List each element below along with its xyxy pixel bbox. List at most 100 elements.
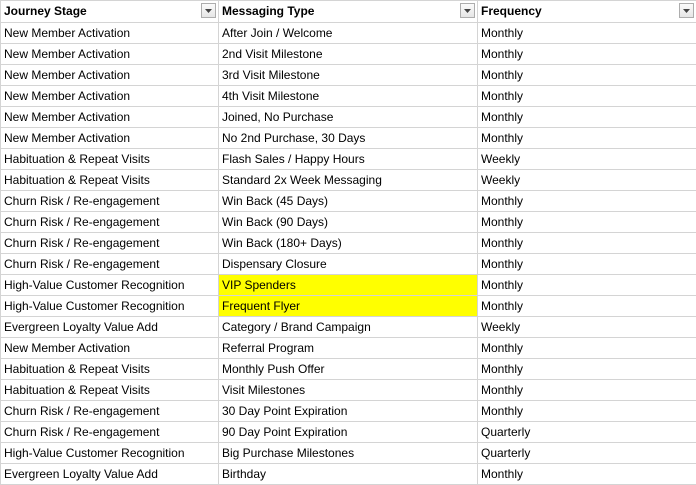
table-row: High-Value Customer RecognitionFrequent … [1, 296, 696, 317]
spreadsheet: Journey Stage Messaging Type Frequency [0, 0, 696, 484]
filter-dropdown-button[interactable] [679, 3, 694, 18]
cell-journey-stage[interactable]: Churn Risk / Re-engagement [1, 422, 219, 443]
cell-journey-stage[interactable]: Churn Risk / Re-engagement [1, 191, 219, 212]
table-row: Habituation & Repeat VisitsFlash Sales /… [1, 149, 696, 170]
cell-messaging-type[interactable]: 90 Day Point Expiration [219, 422, 478, 443]
cell-messaging-type[interactable]: After Join / Welcome [219, 23, 478, 44]
table-row: New Member ActivationNo 2nd Purchase, 30… [1, 128, 696, 149]
cell-messaging-type[interactable]: Big Purchase Milestones [219, 443, 478, 464]
cell-frequency[interactable]: Monthly [478, 380, 696, 401]
table-row: High-Value Customer RecognitionBig Purch… [1, 443, 696, 464]
cell-journey-stage[interactable]: New Member Activation [1, 65, 219, 86]
dropdown-arrow-icon [205, 9, 212, 13]
table-row: Churn Risk / Re-engagementWin Back (180+… [1, 233, 696, 254]
header-label: Frequency [481, 1, 542, 22]
cell-frequency[interactable]: Quarterly [478, 443, 696, 464]
table-row: High-Value Customer RecognitionVIP Spend… [1, 275, 696, 296]
cell-messaging-type[interactable]: Visit Milestones [219, 380, 478, 401]
cell-messaging-type[interactable]: 3rd Visit Milestone [219, 65, 478, 86]
table-row: New Member Activation4th Visit Milestone… [1, 86, 696, 107]
cell-messaging-type[interactable]: Flash Sales / Happy Hours [219, 149, 478, 170]
cell-journey-stage[interactable]: Habituation & Repeat Visits [1, 359, 219, 380]
cell-journey-stage[interactable]: High-Value Customer Recognition [1, 275, 219, 296]
cell-frequency[interactable]: Monthly [478, 44, 696, 65]
cell-journey-stage[interactable]: Churn Risk / Re-engagement [1, 233, 219, 254]
table-row: Evergreen Loyalty Value AddCategory / Br… [1, 317, 696, 338]
cell-frequency[interactable]: Monthly [478, 107, 696, 128]
table-row: New Member Activation2nd Visit Milestone… [1, 44, 696, 65]
cell-messaging-type[interactable]: Win Back (90 Days) [219, 212, 478, 233]
cell-messaging-type[interactable]: Win Back (180+ Days) [219, 233, 478, 254]
cell-frequency[interactable]: Monthly [478, 86, 696, 107]
cell-frequency[interactable]: Monthly [478, 212, 696, 233]
cell-messaging-type[interactable]: Standard 2x Week Messaging [219, 170, 478, 191]
table-row: Churn Risk / Re-engagement30 Day Point E… [1, 401, 696, 422]
cell-journey-stage[interactable]: High-Value Customer Recognition [1, 443, 219, 464]
cell-frequency[interactable]: Monthly [478, 275, 696, 296]
cell-messaging-type[interactable]: Dispensary Closure [219, 254, 478, 275]
cell-frequency[interactable]: Monthly [478, 401, 696, 422]
table-row: New Member ActivationJoined, No Purchase… [1, 107, 696, 128]
cell-journey-stage[interactable]: Churn Risk / Re-engagement [1, 212, 219, 233]
cell-messaging-type[interactable]: Category / Brand Campaign [219, 317, 478, 338]
cell-frequency[interactable]: Monthly [478, 23, 696, 44]
cell-frequency[interactable]: Monthly [478, 128, 696, 149]
cell-journey-stage[interactable]: Churn Risk / Re-engagement [1, 254, 219, 275]
cell-messaging-type[interactable]: 4th Visit Milestone [219, 86, 478, 107]
header-messaging-type[interactable]: Messaging Type [219, 1, 478, 23]
cell-journey-stage[interactable]: New Member Activation [1, 128, 219, 149]
table-row: Habituation & Repeat VisitsVisit Milesto… [1, 380, 696, 401]
cell-frequency[interactable]: Monthly [478, 254, 696, 275]
cell-frequency[interactable]: Monthly [478, 65, 696, 86]
cell-messaging-type[interactable]: Frequent Flyer [219, 296, 478, 317]
messaging-table: Journey Stage Messaging Type Frequency [0, 0, 696, 485]
cell-frequency[interactable]: Weekly [478, 170, 696, 191]
cell-journey-stage[interactable]: New Member Activation [1, 44, 219, 65]
cell-messaging-type[interactable]: 30 Day Point Expiration [219, 401, 478, 422]
table-row: Habituation & Repeat VisitsMonthly Push … [1, 359, 696, 380]
cell-journey-stage[interactable]: Evergreen Loyalty Value Add [1, 464, 219, 485]
cell-frequency[interactable]: Monthly [478, 233, 696, 254]
cell-journey-stage[interactable]: New Member Activation [1, 86, 219, 107]
cell-journey-stage[interactable]: High-Value Customer Recognition [1, 296, 219, 317]
cell-messaging-type[interactable]: 2nd Visit Milestone [219, 44, 478, 65]
cell-frequency[interactable]: Monthly [478, 296, 696, 317]
cell-journey-stage[interactable]: Habituation & Repeat Visits [1, 380, 219, 401]
header-row: Journey Stage Messaging Type Frequency [1, 1, 696, 23]
cell-frequency[interactable]: Monthly [478, 359, 696, 380]
header-frequency[interactable]: Frequency [478, 1, 696, 23]
cell-journey-stage[interactable]: Evergreen Loyalty Value Add [1, 317, 219, 338]
table-row: New Member ActivationReferral ProgramMon… [1, 338, 696, 359]
dropdown-arrow-icon [683, 9, 690, 13]
cell-journey-stage[interactable]: New Member Activation [1, 23, 219, 44]
cell-frequency[interactable]: Quarterly [478, 422, 696, 443]
header-journey-stage[interactable]: Journey Stage [1, 1, 219, 23]
cell-journey-stage[interactable]: Churn Risk / Re-engagement [1, 401, 219, 422]
header-label: Journey Stage [4, 1, 87, 22]
cell-journey-stage[interactable]: Habituation & Repeat Visits [1, 170, 219, 191]
cell-frequency[interactable]: Weekly [478, 149, 696, 170]
cell-journey-stage[interactable]: Habituation & Repeat Visits [1, 149, 219, 170]
table-row: Habituation & Repeat VisitsStandard 2x W… [1, 170, 696, 191]
table-row: Churn Risk / Re-engagementDispensary Clo… [1, 254, 696, 275]
cell-messaging-type[interactable]: Monthly Push Offer [219, 359, 478, 380]
cell-frequency[interactable]: Monthly [478, 464, 696, 485]
table-row: New Member ActivationAfter Join / Welcom… [1, 23, 696, 44]
cell-messaging-type[interactable]: No 2nd Purchase, 30 Days [219, 128, 478, 149]
cell-messaging-type[interactable]: Birthday [219, 464, 478, 485]
filter-dropdown-button[interactable] [460, 3, 475, 18]
cell-frequency[interactable]: Weekly [478, 317, 696, 338]
cell-frequency[interactable]: Monthly [478, 191, 696, 212]
table-row: New Member Activation3rd Visit Milestone… [1, 65, 696, 86]
filter-dropdown-button[interactable] [201, 3, 216, 18]
table-row: Evergreen Loyalty Value AddBirthdayMonth… [1, 464, 696, 485]
table-row: Churn Risk / Re-engagement90 Day Point E… [1, 422, 696, 443]
cell-messaging-type[interactable]: VIP Spenders [219, 275, 478, 296]
cell-messaging-type[interactable]: Referral Program [219, 338, 478, 359]
cell-messaging-type[interactable]: Win Back (45 Days) [219, 191, 478, 212]
table-body: New Member ActivationAfter Join / Welcom… [1, 23, 696, 485]
cell-journey-stage[interactable]: New Member Activation [1, 107, 219, 128]
cell-messaging-type[interactable]: Joined, No Purchase [219, 107, 478, 128]
cell-frequency[interactable]: Monthly [478, 338, 696, 359]
cell-journey-stage[interactable]: New Member Activation [1, 338, 219, 359]
